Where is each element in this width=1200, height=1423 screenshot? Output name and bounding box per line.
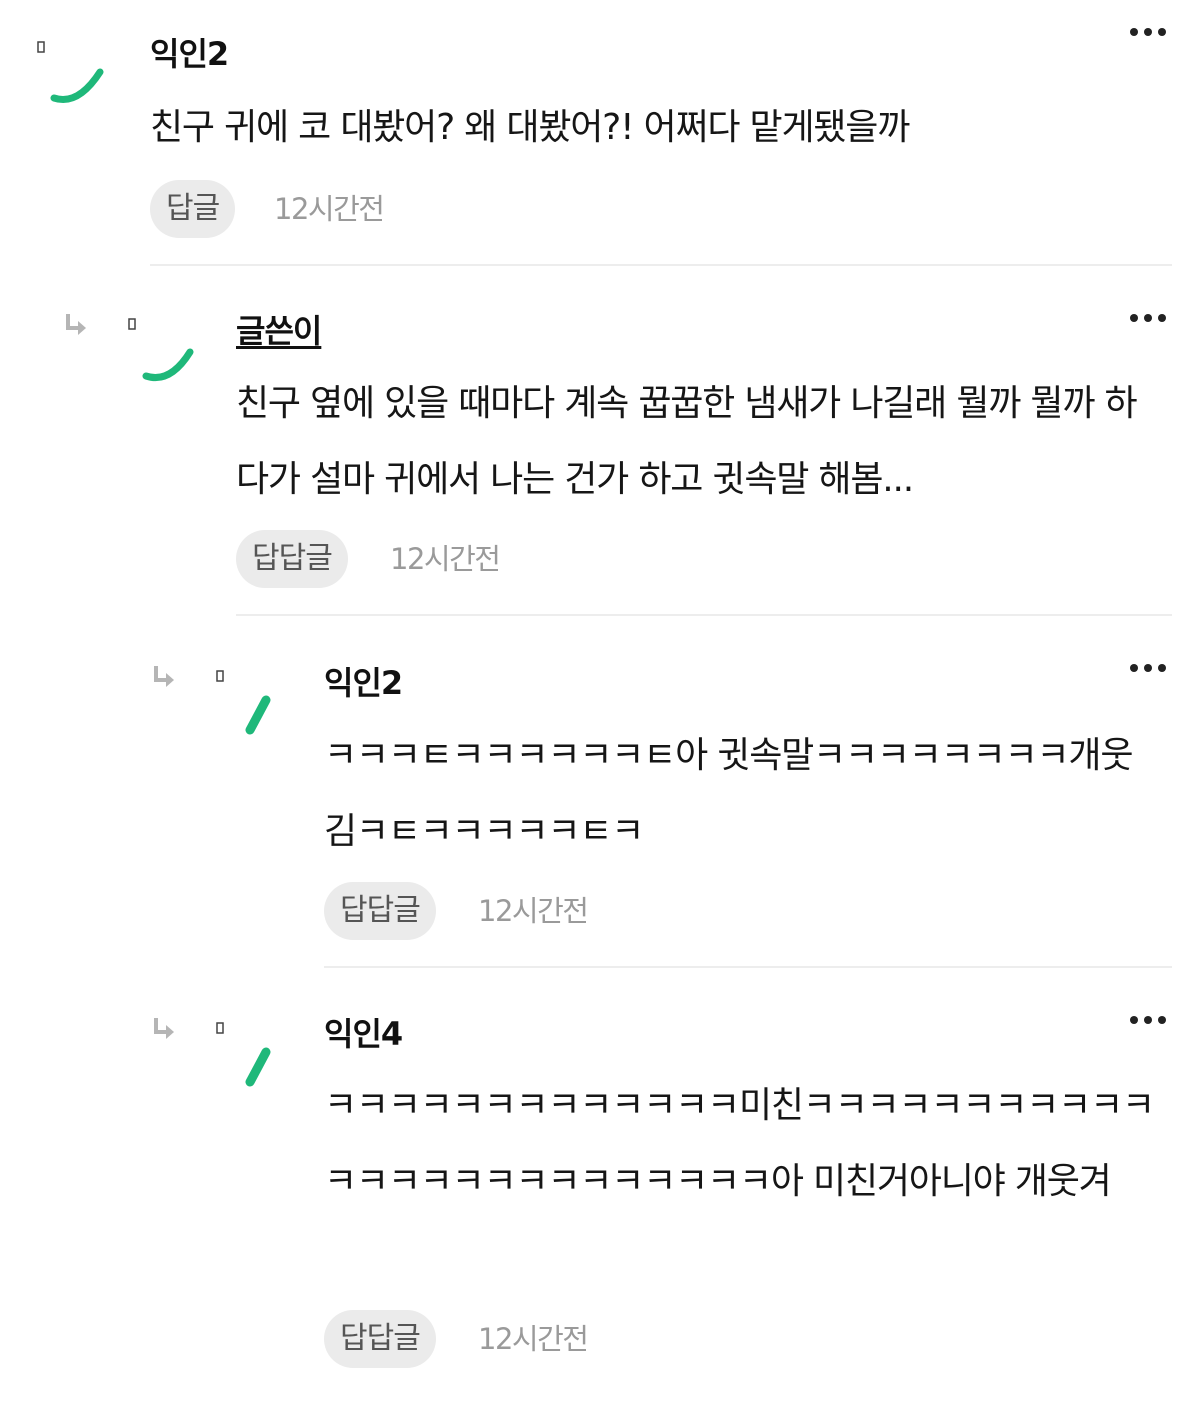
comment-text: 친구 귀에 코 대봤어? 왜 대봤어?! 어쩌다 맡게됐을까 bbox=[150, 107, 910, 148]
comment-timestamp: 12시간전 bbox=[390, 542, 501, 576]
comment-text: 친구 옆에 있을 때마다 계속 꿉꿉한 냄새가 나길래 뭘까 뭘까 하다가 설마… bbox=[236, 383, 1138, 500]
comment-timestamp: 12시간전 bbox=[478, 1322, 589, 1356]
reply-comment: 익인4 ㅋㅋㅋㅋㅋㅋㅋㅋㅋㅋㅋㅋㅋ미친ㅋㅋㅋㅋㅋㅋㅋㅋㅋㅋㅋㅋㅋㅋㅋㅋㅋㅋㅋㅋㅋ… bbox=[0, 986, 1172, 1406]
comment-text: ㅋㅋㅋㅌㅋㅋㅋㅋㅋㅋㅌ아 귓속말ㅋㅋㅋㅋㅋㅋㅋㅋ개웃김ㅋㅌㅋㅋㅋㅋㅋㅌㅋ bbox=[324, 735, 1133, 852]
reply-button[interactable]: 답답글 bbox=[324, 882, 436, 940]
avatar-green-slash-icon[interactable] bbox=[236, 690, 296, 740]
reply-arrow-icon bbox=[154, 666, 174, 687]
comment-author[interactable]: 글쓴이 bbox=[236, 311, 322, 351]
more-horizontal-icon[interactable] bbox=[1126, 18, 1170, 46]
avatar-green-slash-icon[interactable] bbox=[236, 1042, 296, 1092]
more-horizontal-icon[interactable] bbox=[1126, 304, 1170, 332]
reply-button[interactable]: 답답글 bbox=[236, 530, 348, 588]
image-placeholder-icon bbox=[216, 670, 224, 682]
divider bbox=[324, 966, 1172, 968]
comment-author[interactable]: 익인2 bbox=[150, 34, 229, 74]
avatar-green-arc-icon[interactable] bbox=[48, 60, 108, 110]
comment-author[interactable]: 익인4 bbox=[324, 1014, 403, 1054]
reply-arrow-icon bbox=[154, 1018, 174, 1039]
reply-arrow-icon bbox=[66, 314, 86, 335]
comment-author[interactable]: 익인2 bbox=[324, 663, 403, 703]
avatar-green-arc-icon[interactable] bbox=[140, 340, 200, 390]
more-horizontal-icon[interactable] bbox=[1126, 1006, 1170, 1034]
image-placeholder-icon bbox=[128, 318, 136, 330]
reply-comment: 글쓴이 친구 옆에 있을 때마다 계속 꿉꿉한 냄새가 나길래 뭘까 뭘까 하다… bbox=[0, 282, 1172, 616]
reply-button[interactable]: 답답글 bbox=[324, 1310, 436, 1368]
comment-timestamp: 12시간전 bbox=[274, 192, 385, 226]
more-horizontal-icon[interactable] bbox=[1126, 654, 1170, 682]
divider bbox=[150, 264, 1172, 266]
reply-button[interactable]: 답글 bbox=[150, 180, 236, 238]
image-placeholder-icon bbox=[216, 1022, 224, 1034]
comment: 익인2 친구 귀에 코 대봤어? 왜 대봤어?! 어쩌다 맡게됐을까 답글 12… bbox=[0, 0, 1172, 266]
reply-comment: 익인2 ㅋㅋㅋㅌㅋㅋㅋㅋㅋㅋㅌ아 귓속말ㅋㅋㅋㅋㅋㅋㅋㅋ개웃김ㅋㅌㅋㅋㅋㅋㅋㅌㅋ… bbox=[0, 634, 1172, 968]
divider bbox=[236, 614, 1172, 616]
image-placeholder-icon bbox=[37, 41, 45, 53]
comment-text: ㅋㅋㅋㅋㅋㅋㅋㅋㅋㅋㅋㅋㅋ미친ㅋㅋㅋㅋㅋㅋㅋㅋㅋㅋㅋㅋㅋㅋㅋㅋㅋㅋㅋㅋㅋㅋㅋㅋㅋ… bbox=[324, 1085, 1155, 1202]
comment-timestamp: 12시간전 bbox=[478, 894, 589, 928]
